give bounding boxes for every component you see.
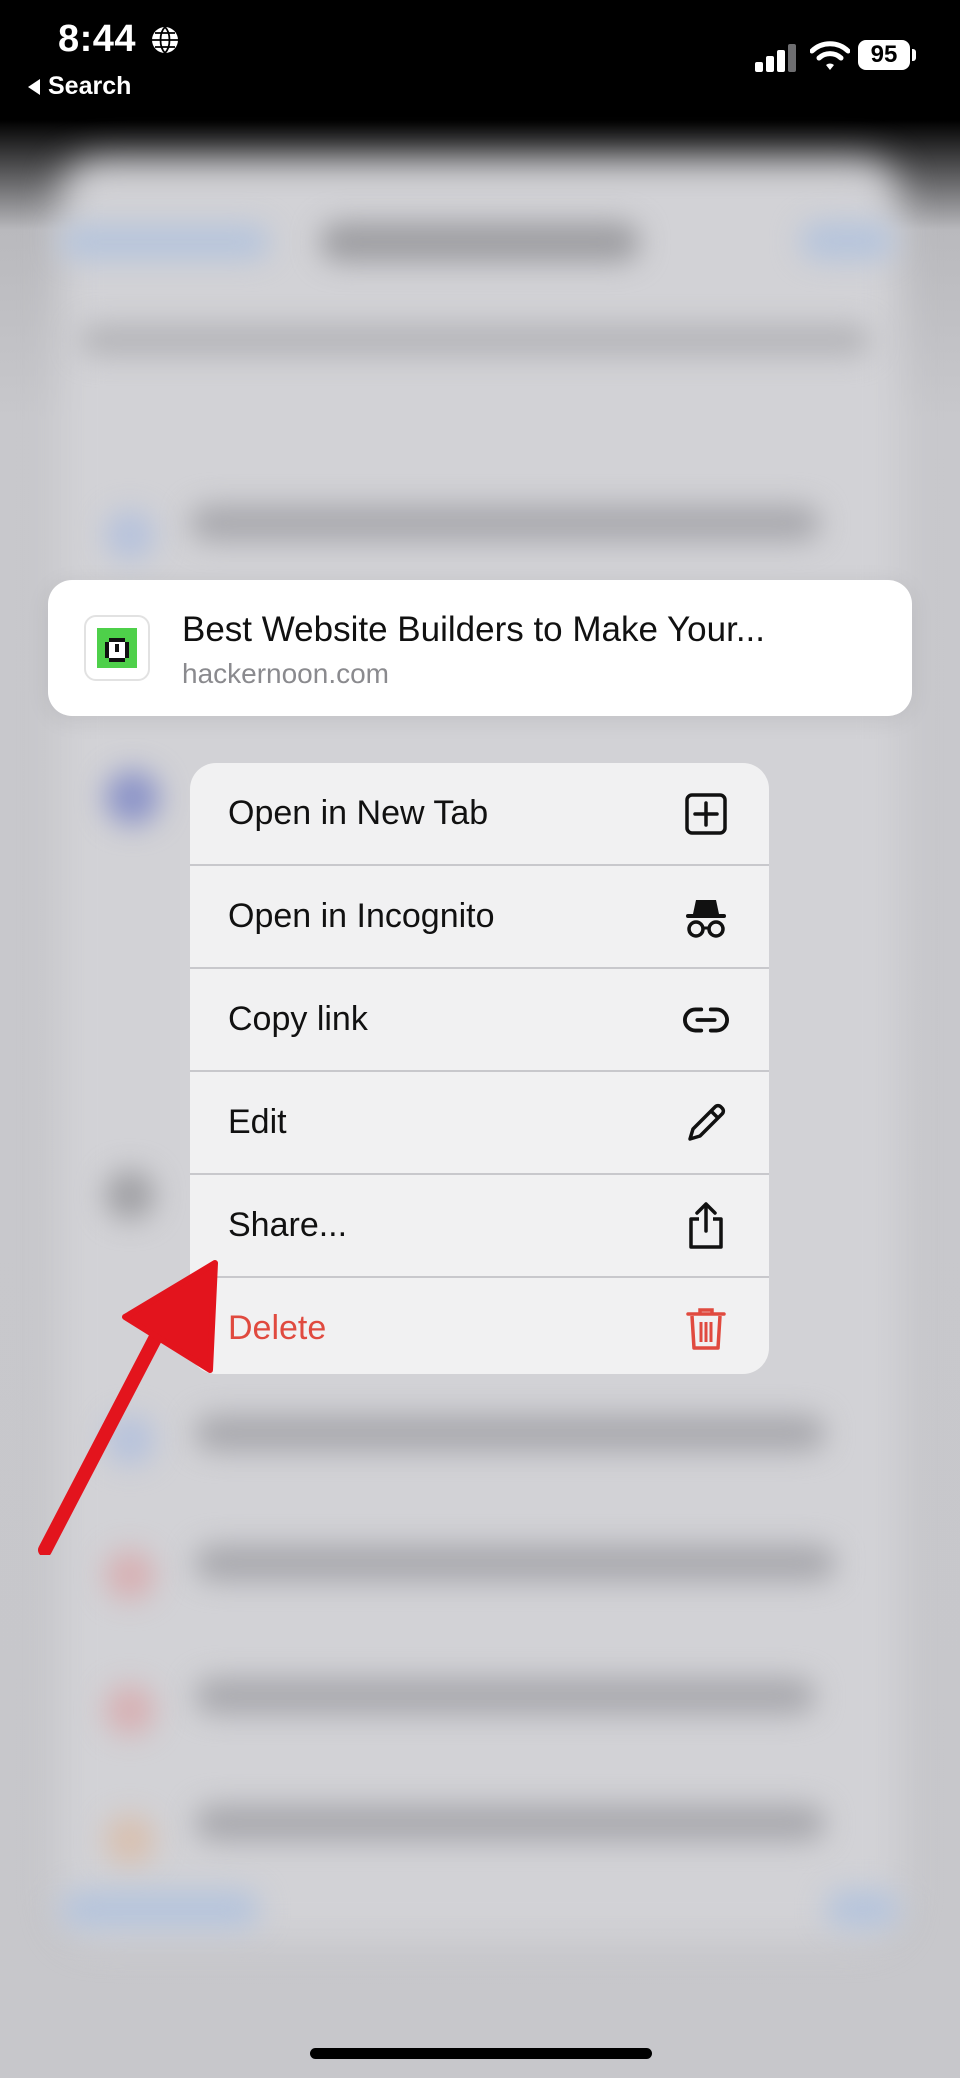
status-time: 8:44 [58,18,137,60]
menu-item-label: Copy link [228,1000,368,1038]
battery-indicator: 95 [858,40,910,70]
context-menu: Open in New Tab Open in Incognito Copy l… [190,763,769,1374]
preview-title: Best Website Builders to Make Your... [182,610,766,649]
blurred-row [195,1805,825,1841]
blurred-header [320,222,640,262]
menu-item-copy-link[interactable]: Copy link [190,969,769,1070]
blurred-footer [825,1890,900,1928]
share-icon [683,1201,729,1249]
blurred-header [800,222,895,260]
home-indicator[interactable] [310,2048,652,2059]
menu-item-open-in-incognito[interactable]: Open in Incognito [190,866,769,967]
preview-url: hackernoon.com [182,658,390,689]
favicon-glyph [97,628,137,668]
blurred-row [105,770,160,825]
trash-icon [683,1306,729,1352]
blurred-header [60,225,270,259]
blurred-row [80,325,870,355]
menu-item-label: Open in Incognito [228,897,495,935]
menu-item-label: Delete [228,1309,327,1347]
menu-item-label: Open in New Tab [228,794,489,832]
globe-icon [152,26,178,54]
menu-item-share[interactable]: Share... [190,1175,769,1276]
pencil-icon [683,1100,729,1146]
battery-tip [912,49,916,61]
back-to-search-button[interactable]: Search [28,72,131,101]
menu-item-delete[interactable]: Delete [190,1278,769,1374]
hackernoon-icon [84,615,150,681]
blurred-row [105,510,155,560]
blurred-row [105,1685,155,1735]
incognito-icon [683,894,729,940]
blurred-row [190,505,820,541]
menu-item-label: Share... [228,1206,348,1244]
menu-item-open-in-new-tab[interactable]: Open in New Tab [190,763,769,864]
blurred-row [195,1415,825,1451]
blurred-row [105,1170,155,1220]
bookmark-preview-card[interactable]: Best Website Builders to Make Your... ha… [48,580,912,716]
wifi-icon [810,41,850,70]
back-label: Search [48,72,132,100]
annotation-arrow-icon [38,1260,218,1555]
plus-square-icon [683,791,729,837]
status-bar: 8:44 Search 95 [0,0,960,110]
link-icon [683,997,729,1043]
menu-item-label: Edit [228,1103,287,1141]
blurred-row [105,1550,155,1600]
blurred-row [195,1545,835,1581]
blurred-row [105,1815,155,1865]
menu-item-edit[interactable]: Edit [190,1072,769,1173]
cellular-signal-icon [755,44,796,72]
blurred-footer [60,1890,260,1928]
back-arrow-icon [28,78,40,95]
blurred-row [195,1678,815,1714]
